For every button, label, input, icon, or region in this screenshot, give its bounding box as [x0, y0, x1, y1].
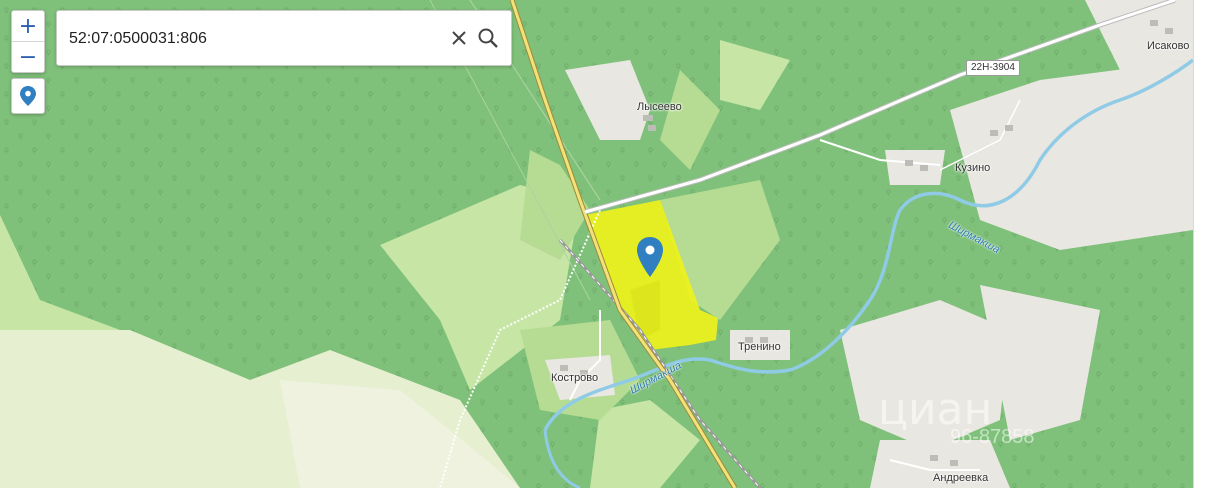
zoom-out-button[interactable]: −: [12, 42, 44, 72]
location-pin-icon: [20, 86, 36, 106]
search-box: [56, 10, 512, 66]
place-label-isakovo: Исаково: [1147, 40, 1190, 52]
search-icon[interactable]: [477, 27, 499, 49]
zoom-control: + −: [11, 10, 45, 73]
place-label-lyseevo: Лысеево: [637, 101, 682, 113]
place-label-trenino: Тренино: [738, 341, 781, 353]
watermark-phone: 96-87858: [950, 426, 1035, 448]
zoom-in-button[interactable]: +: [12, 11, 44, 41]
search-input[interactable]: [67, 25, 431, 53]
road-ref-badge: 22Н-3904: [966, 60, 1020, 76]
scrollbar[interactable]: [1193, 0, 1211, 488]
place-label-andreevka: Андреевка: [933, 472, 989, 484]
place-label-kuzino: Кузино: [955, 162, 991, 174]
map-marker-icon[interactable]: [636, 236, 664, 278]
map-canvas[interactable]: ϙ ϙ: [0, 0, 1193, 488]
close-icon[interactable]: [449, 28, 469, 48]
location-button[interactable]: [11, 78, 45, 114]
place-label-kostrovo: Кострово: [551, 372, 599, 384]
